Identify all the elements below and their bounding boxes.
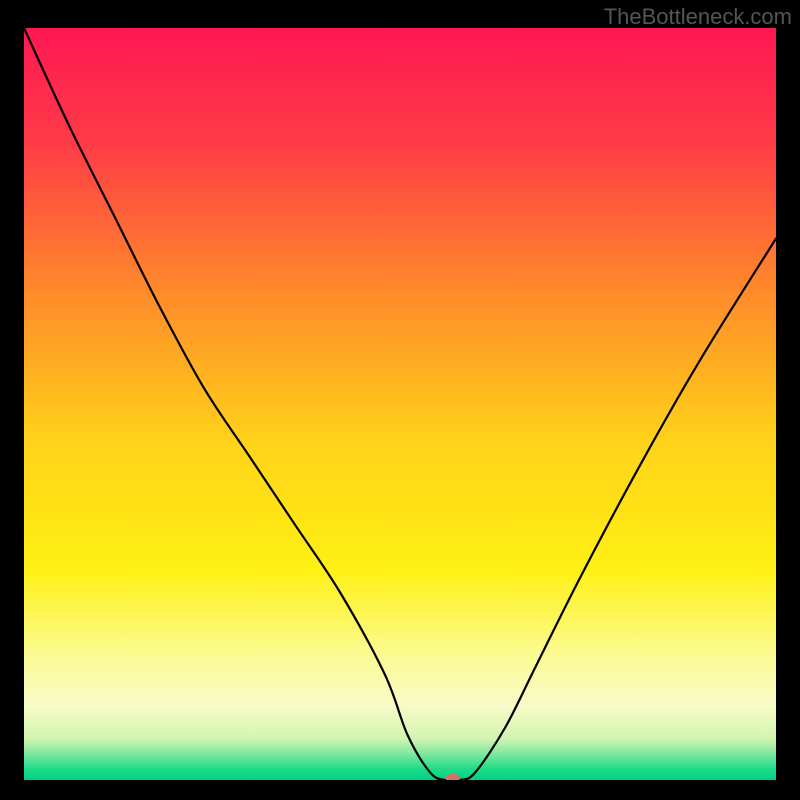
chart-container: TheBottleneck.com bbox=[0, 0, 800, 800]
watermark-text: TheBottleneck.com bbox=[604, 4, 792, 30]
plot-frame bbox=[24, 28, 776, 780]
bottleneck-chart bbox=[24, 28, 776, 780]
gradient-background bbox=[24, 28, 776, 780]
